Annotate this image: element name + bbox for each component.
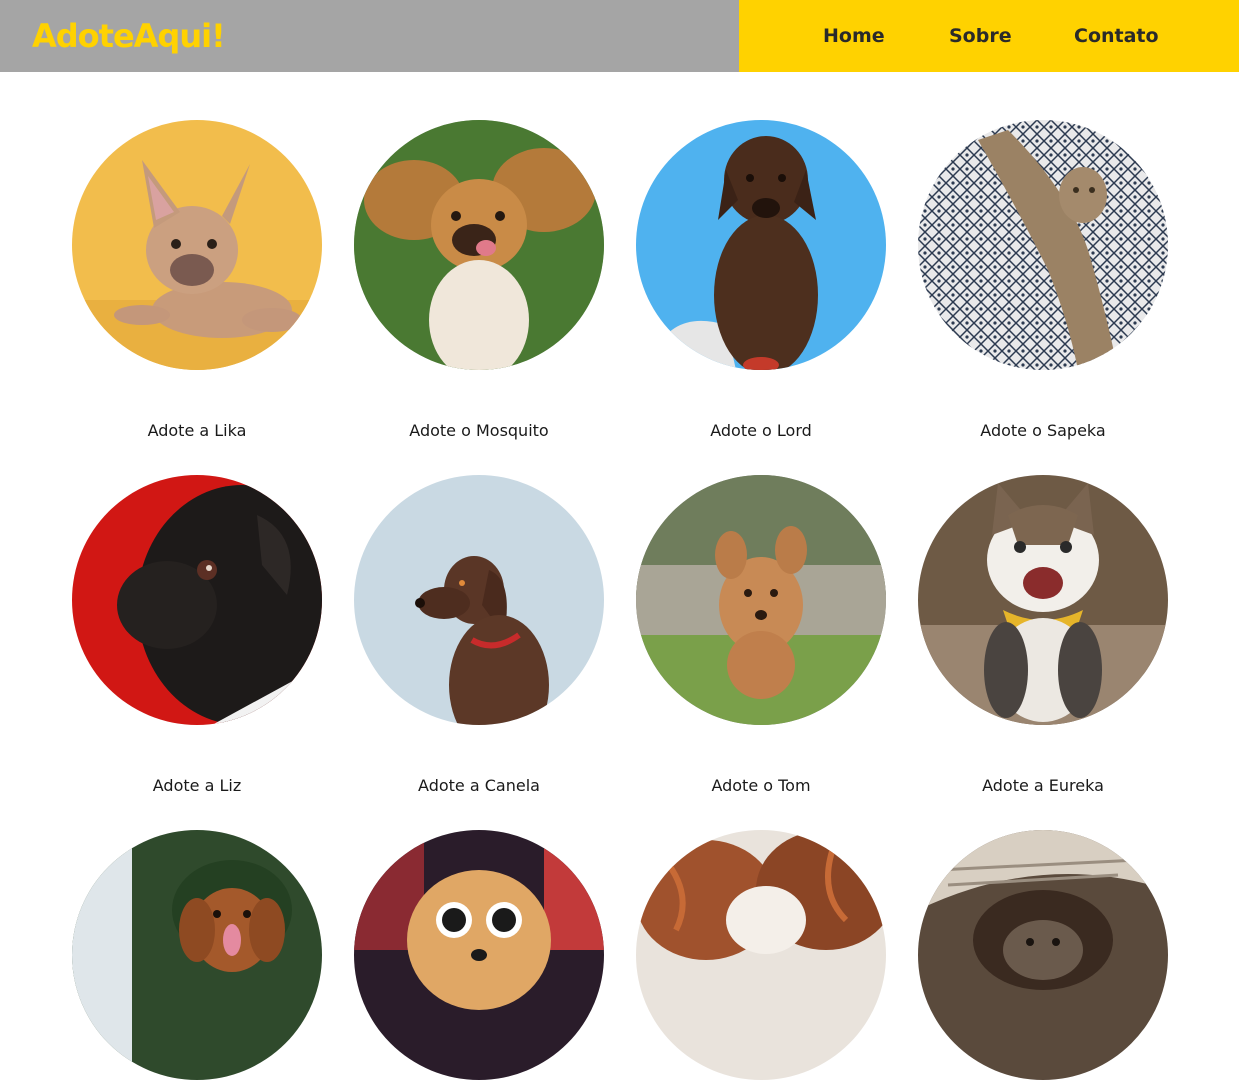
kitten-blanket-photo[interactable] (918, 830, 1168, 1080)
tabby-cat-photo[interactable] (918, 120, 1168, 370)
chocolate-lab-photo[interactable] (354, 475, 604, 725)
pet-caption[interactable]: Adote o Mosquito (334, 420, 624, 442)
retriever-forest-photo[interactable] (72, 830, 322, 1080)
running-poodle-photo[interactable] (636, 475, 886, 725)
pet-caption[interactable]: Adote a Eureka (898, 775, 1188, 797)
french-bulldog-photo[interactable] (72, 120, 322, 370)
pet-caption[interactable]: Adote a Canela (334, 775, 624, 797)
cocker-on-grass-photo[interactable] (354, 120, 604, 370)
spaniel-sleeping-photo[interactable] (636, 830, 886, 1080)
pet-grid: Adote a Lika Adote o Mosquito Adote o Lo… (0, 0, 1239, 1080)
pug-red-photo[interactable] (72, 475, 322, 725)
pet-caption[interactable]: Adote o Tom (616, 775, 906, 797)
pet-caption[interactable]: Adote a Liz (52, 775, 342, 797)
pet-caption[interactable]: Adote o Sapeka (898, 420, 1188, 442)
dog-sunglasses-photo[interactable] (354, 830, 604, 1080)
pet-caption[interactable]: Adote o Lord (616, 420, 906, 442)
happy-cat-photo[interactable] (918, 475, 1168, 725)
pet-caption[interactable]: Adote a Lika (52, 420, 342, 442)
labrador-sky-photo[interactable] (636, 120, 886, 370)
